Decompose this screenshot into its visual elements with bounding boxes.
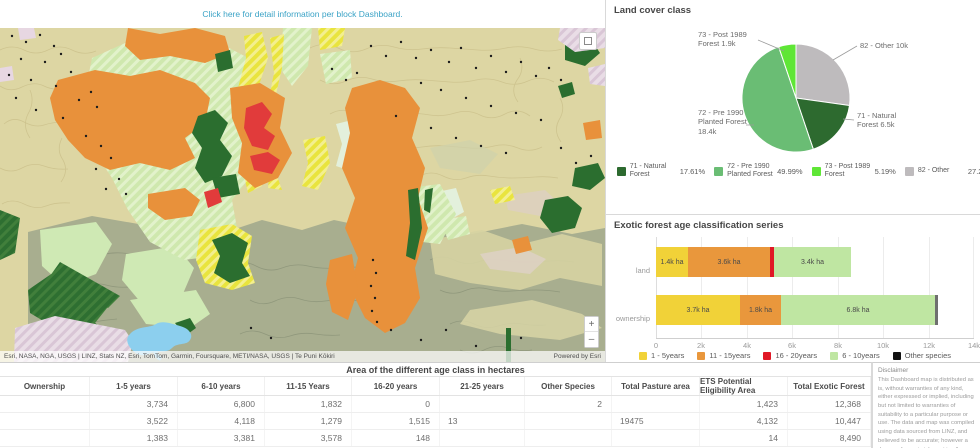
layers-icon <box>584 37 592 45</box>
map-attribution-text: Esri, NASA, NGA, USGS | LINZ, Stats NZ, … <box>4 353 335 360</box>
legend-swatch-natural <box>616 166 626 176</box>
x-tick-6k: 6k <box>788 341 796 350</box>
land-cover-panel: Land cover class 73 - Post 1989 Forest 1… <box>605 0 980 215</box>
col-total-exotic: Total Exotic Forest <box>788 377 871 395</box>
legend-swatch-6-10y <box>830 351 839 360</box>
legend-swatch-other <box>904 166 914 176</box>
bar-ownership-seg-11-15y[interactable]: 1.8k ha <box>740 295 781 325</box>
zoom-in-button[interactable]: + <box>585 317 598 332</box>
col-ownership: Ownership <box>0 377 90 395</box>
map-widget-button[interactable] <box>579 32 597 50</box>
x-tick-0: 0 <box>653 341 659 350</box>
legend-swatch-pre1990 <box>714 166 724 176</box>
bar-category-ownership: ownership <box>615 314 650 323</box>
bar-land-seg-1-5y[interactable]: 1.4k ha <box>656 247 688 277</box>
bar-legend: 1 - 5years 11 - 15years 16 - 20years 6 -… <box>616 351 974 360</box>
bar-panel-title: Exotic forest age classification series <box>614 220 784 231</box>
table-header-row: Ownership 1-5 years 6-10 years 11-15 Yea… <box>0 377 871 396</box>
pie-legend-item-other: 82 - Other 27.21% <box>904 163 980 180</box>
pie-legend: 71 - Natural Forest 17.61% 72 - Pre 1990… <box>616 163 980 180</box>
dashboard-page: Click here for detail information per bl… <box>0 0 980 448</box>
map-attribution-bar: Esri, NASA, NGA, USGS | LINZ, Stats NZ, … <box>0 351 605 362</box>
x-tick-4k: 4k <box>743 341 751 350</box>
bar-land: 1.4k ha 3.6k ha 3.4k ha <box>656 247 851 277</box>
col-16-20-years: 16-20 years <box>352 377 440 395</box>
bar-legend-item-1-5y: 1 - 5years <box>638 351 684 360</box>
col-21-25-years: 21-25 years <box>440 377 525 395</box>
exotic-forest-panel: Exotic forest age classification series … <box>605 215 980 362</box>
bar-category-land: land <box>635 266 650 275</box>
gridline <box>973 237 974 338</box>
bar-ownership-seg-1-5y[interactable]: 3.7k ha <box>656 295 740 325</box>
legend-swatch-other-species <box>892 351 901 360</box>
x-tick-14k: 14k <box>967 341 980 350</box>
detail-dashboard-link[interactable]: Click here for detail information per bl… <box>202 9 402 19</box>
x-tick-10k: 10k <box>876 341 890 350</box>
bar-legend-item-16-20y: 16 - 20years <box>763 351 817 360</box>
disclaimer-panel: Disclaimer This Dashboard map is distrib… <box>872 362 980 448</box>
pie-chart <box>741 39 858 153</box>
x-tick-12k: 12k <box>922 341 936 350</box>
pie-legend-item-natural: 71 - Natural Forest 17.61% <box>616 163 705 180</box>
bar-plot-area: 1.4k ha 3.6k ha 3.4k ha 3.7k ha 1.8k ha … <box>656 237 974 339</box>
col-other-species: Other Species <box>525 377 612 395</box>
table-row: 3,522 4,118 1,279 1,515 13 19475 4,132 1… <box>0 413 871 430</box>
bar-legend-item-other: Other species <box>892 351 951 360</box>
age-class-table-panel: Area of the different age class in hecta… <box>0 362 872 448</box>
pie-slice-other[interactable] <box>795 43 851 107</box>
map-panel[interactable]: + – Esri, NASA, NGA, USGS | LINZ, Stats … <box>0 28 605 362</box>
table-row: 1,383 3,381 3,578 148 14 8,490 <box>0 430 871 447</box>
bar-ownership-seg-other[interactable] <box>935 295 938 325</box>
bar-land-seg-11-15y[interactable]: 3.6k ha <box>688 247 770 277</box>
top-link-bar: Click here for detail information per bl… <box>0 0 605 28</box>
bar-legend-item-11-15y: 11 - 15years <box>697 351 750 360</box>
x-tick-2k: 2k <box>697 341 705 350</box>
col-1-5-years: 1-5 years <box>90 377 178 395</box>
legend-swatch-11-15y <box>697 351 706 360</box>
pie-callout-other: 82 - Other 10k <box>860 41 908 50</box>
pie-legend-item-post1989: 73 - Post 1989 Forest 5.19% <box>811 163 896 180</box>
powered-by-esri: Powered by Esri <box>553 353 601 360</box>
col-total-pasture: Total Pasture area <box>612 377 700 395</box>
table-title: Area of the different age class in hecta… <box>0 363 871 377</box>
disclaimer-title: Disclaimer <box>878 367 909 374</box>
zoom-out-button[interactable]: – <box>585 332 598 347</box>
disclaimer-body: This Dashboard map is distributed as is,… <box>878 377 975 448</box>
col-ets-eligibility: ETS Potential Eligibility Area <box>700 377 788 395</box>
col-6-10-years: 6-10 years <box>178 377 265 395</box>
col-11-15-years: 11-15 Years <box>265 377 352 395</box>
x-tick-8k: 8k <box>834 341 842 350</box>
bar-legend-item-6-10y: 6 - 10years <box>830 351 880 360</box>
pie-callout-pre1990: 72 - Pre 1990 Planted Forest 18.4k <box>698 108 747 136</box>
bar-land-seg-6-10y[interactable]: 3.4k ha <box>774 247 851 277</box>
map-zoom-control: + – <box>584 316 599 348</box>
bar-ownership-seg-6-10y[interactable]: 6.8k ha <box>781 295 935 325</box>
pie-callout-natural: 71 - Natural Forest 6.5k <box>857 111 897 130</box>
map-canvas[interactable] <box>0 28 605 362</box>
pie-callout-post1989: 73 - Post 1989 Forest 1.9k <box>698 30 747 49</box>
legend-swatch-1-5y <box>638 351 647 360</box>
table-row: 3,734 6,800 1,832 0 2 1,423 12,368 <box>0 396 871 413</box>
legend-swatch-16-20y <box>763 351 772 360</box>
bar-ownership: 3.7k ha 1.8k ha 6.8k ha <box>656 295 938 325</box>
pie-legend-item-pre1990: 72 - Pre 1990 Planted Forest 49.99% <box>714 163 803 180</box>
legend-swatch-post1989 <box>811 166 821 176</box>
